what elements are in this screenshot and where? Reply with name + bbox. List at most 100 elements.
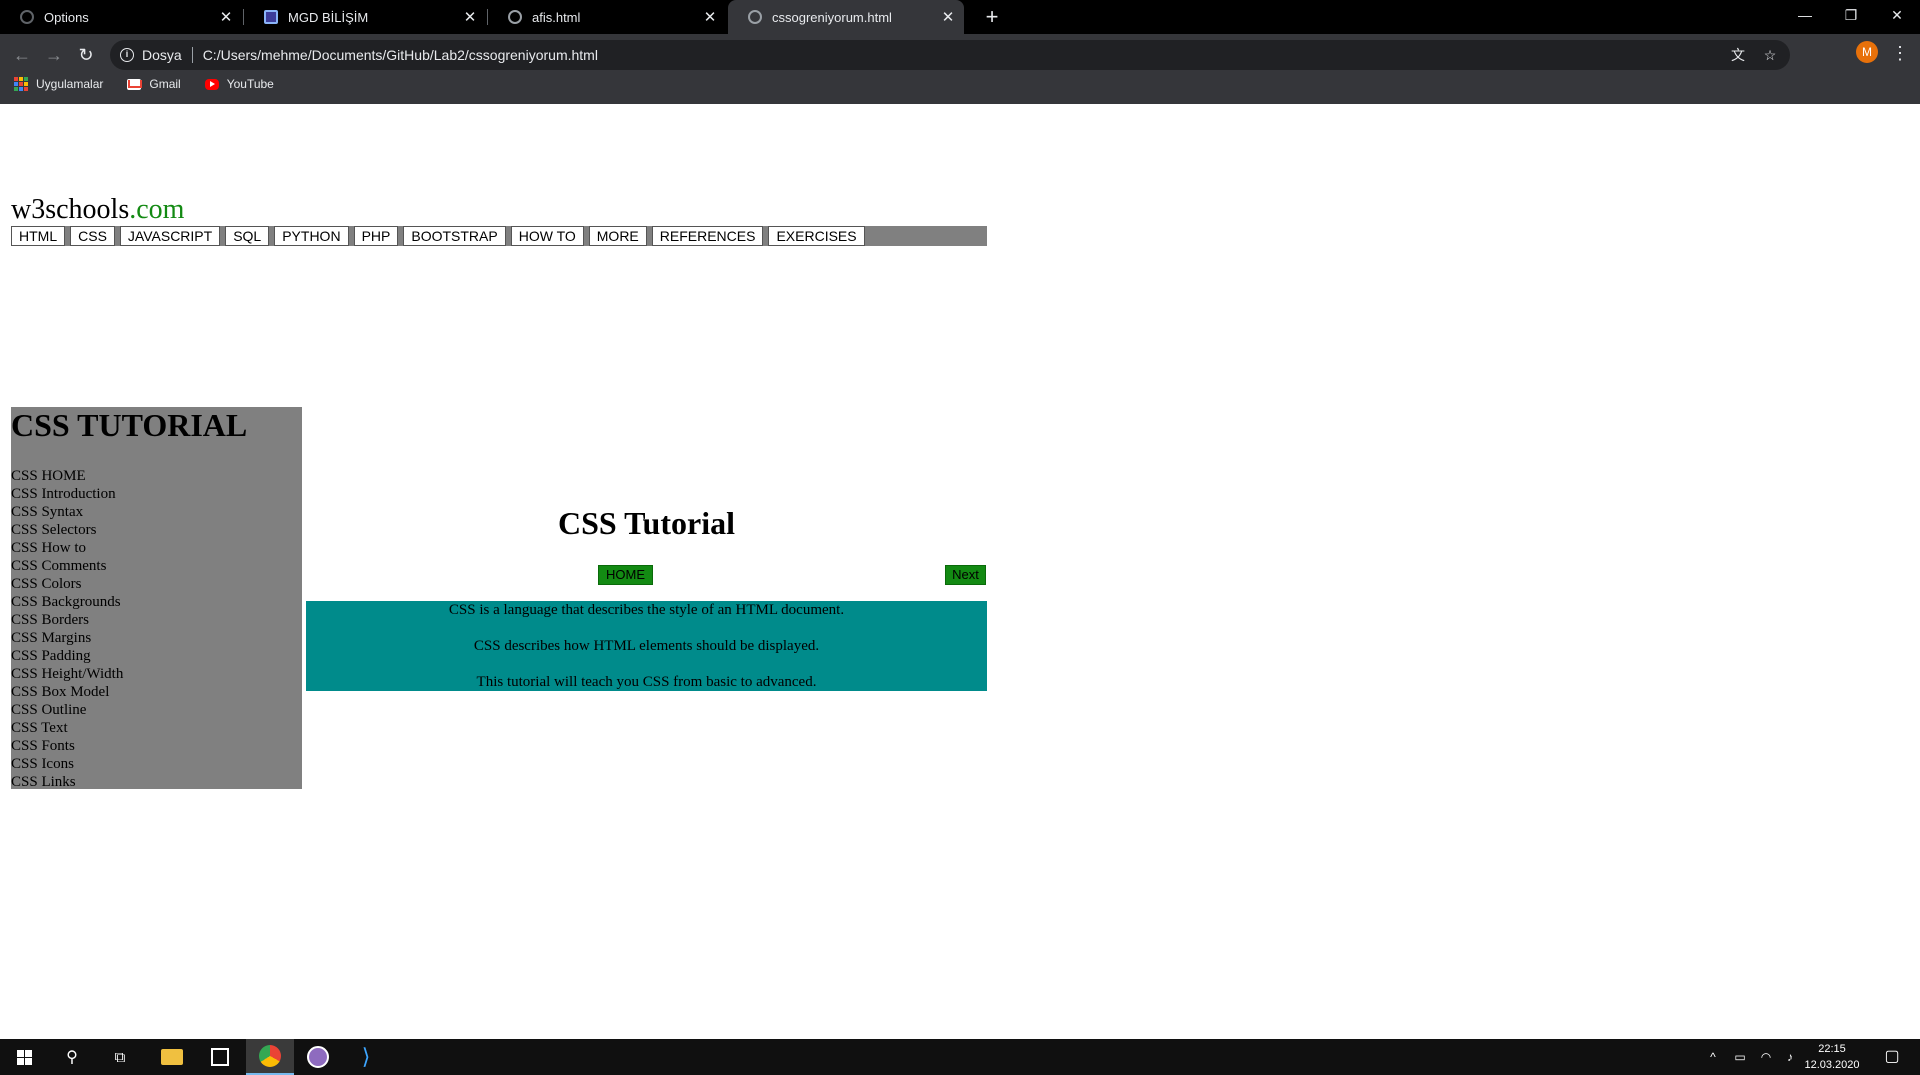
page-title: CSS Tutorial: [558, 505, 735, 541]
task-view-icon[interactable]: ⧉: [96, 1039, 144, 1075]
sidebar-item-css-margins[interactable]: CSS Margins: [11, 629, 302, 647]
tab-label: MGD BİLİŞİM: [288, 9, 369, 25]
bookmarks-bar: Uygulamalar Gmail YouTube: [0, 73, 284, 95]
circle-icon: [20, 10, 34, 24]
sidebar-item-css-selectors[interactable]: CSS Selectors: [11, 521, 302, 539]
sidebar-item-css-padding[interactable]: CSS Padding: [11, 647, 302, 665]
search-icon[interactable]: ⚲: [48, 1039, 96, 1075]
bookmark-label: Gmail: [149, 77, 181, 91]
forward-icon[interactable]: →: [40, 41, 68, 69]
nav-item-css[interactable]: CSS: [70, 226, 115, 246]
sidebar-item-css-height-width[interactable]: CSS Height/Width: [11, 665, 302, 683]
sidebar-title: CSS TUTORIAL: [11, 407, 248, 443]
folder-shape: [161, 1049, 183, 1065]
restore-icon[interactable]: ❐: [1828, 0, 1874, 30]
profile-avatar[interactable]: M: [1856, 41, 1878, 63]
sidebar-item-css-outline[interactable]: CSS Outline: [11, 701, 302, 719]
sidebar-list: CSS HOME CSS Introduction CSS Syntax CSS…: [11, 467, 302, 791]
square-app-icon: [264, 10, 278, 24]
nav-item-html[interactable]: HTML: [11, 226, 66, 246]
url-scheme: Dosya: [142, 47, 182, 63]
start-button[interactable]: [0, 1039, 48, 1075]
nav-item-exercises[interactable]: EXERCISES: [768, 226, 865, 246]
tab-strip: Options ✕ MGD BİLİŞİM ✕ afis.html ✕ csso…: [0, 0, 1920, 34]
sidebar-item-css-text[interactable]: CSS Text: [11, 719, 302, 737]
purple-app-icon[interactable]: [294, 1039, 342, 1075]
intro-paragraph: CSS is a language that describes the sty…: [448, 602, 845, 618]
tab-afis[interactable]: afis.html ✕: [488, 0, 726, 34]
more-menu-icon[interactable]: ⋮: [1888, 41, 1912, 65]
back-icon[interactable]: ←: [8, 41, 36, 69]
battery-icon[interactable]: ▭: [1728, 1039, 1752, 1075]
star-icon[interactable]: ☆: [1758, 43, 1782, 67]
sidebar-item-css-comments[interactable]: CSS Comments: [11, 557, 302, 575]
intro-paragraph: This tutorial will teach you CSS from ba…: [476, 674, 817, 690]
bookmark-youtube[interactable]: YouTube: [204, 77, 274, 91]
url-text[interactable]: C:/Users/mehme/Documents/GitHub/Lab2/css…: [203, 47, 598, 63]
nav-item-how-to[interactable]: HOW TO: [510, 226, 584, 246]
tray-chevron-icon[interactable]: ^: [1702, 1039, 1724, 1075]
minimize-icon[interactable]: —: [1782, 0, 1828, 30]
bookmark-label: YouTube: [226, 77, 274, 91]
sidebar-item-css-home[interactable]: CSS HOME: [11, 467, 302, 485]
apps-grid-icon: [14, 77, 28, 91]
globe-icon: [508, 10, 522, 24]
sidebar-item-css-syntax[interactable]: CSS Syntax: [11, 503, 302, 521]
tab-options[interactable]: Options ✕: [0, 0, 242, 34]
tab-label: cssogreniyorum.html: [772, 9, 892, 25]
close-icon[interactable]: ✕: [458, 8, 482, 26]
top-navigation: HTML CSS JAVASCRIPT SQL PYTHON PHP BOOTS…: [11, 226, 987, 246]
notification-center-icon[interactable]: ▢: [1872, 1039, 1912, 1075]
wifi-icon[interactable]: ◠: [1754, 1039, 1778, 1075]
volume-icon[interactable]: ♪: [1778, 1039, 1802, 1075]
chrome-icon[interactable]: [246, 1039, 294, 1075]
tab-mgd-bilisim[interactable]: MGD BİLİŞİM ✕: [244, 0, 486, 34]
bookmark-apps[interactable]: Uygulamalar: [14, 77, 103, 91]
logo-suffix: .com: [129, 194, 185, 225]
sidebar-item-css-fonts[interactable]: CSS Fonts: [11, 737, 302, 755]
youtube-icon: [204, 78, 219, 90]
close-icon[interactable]: ✕: [214, 8, 238, 26]
intro-box: CSS is a language that describes the sty…: [306, 601, 987, 691]
nav-item-sql[interactable]: SQL: [225, 226, 270, 246]
sidebar-item-css-box-model[interactable]: CSS Box Model: [11, 683, 302, 701]
divider: [191, 47, 193, 63]
sidebar-item-css-how-to[interactable]: CSS How to: [11, 539, 302, 557]
next-button[interactable]: Next: [945, 565, 986, 585]
tab-label: Options: [44, 9, 89, 25]
address-bar[interactable]: i Dosya C:/Users/mehme/Documents/GitHub/…: [110, 40, 1790, 70]
close-icon[interactable]: ✕: [936, 8, 960, 26]
sidebar-item-css-icons[interactable]: CSS Icons: [11, 755, 302, 773]
info-icon[interactable]: i: [120, 48, 134, 62]
logo-main: w3schools: [11, 194, 130, 225]
nav-item-php[interactable]: PHP: [353, 226, 399, 246]
store-icon[interactable]: [196, 1039, 244, 1075]
home-button[interactable]: HOME: [598, 565, 653, 585]
translate-icon[interactable]: 文: [1726, 43, 1750, 67]
intro-paragraph: CSS describes how HTML elements should b…: [473, 638, 820, 654]
nav-item-javascript[interactable]: JAVASCRIPT: [119, 226, 221, 246]
tab-cssogreniyorum[interactable]: cssogreniyorum.html ✕: [728, 0, 964, 34]
reload-icon[interactable]: ↻: [72, 41, 100, 69]
globe-icon: [748, 10, 762, 24]
vscode-icon[interactable]: ⟩: [342, 1039, 390, 1075]
sidebar-item-css-introduction[interactable]: CSS Introduction: [11, 485, 302, 503]
sidebar-item-css-links[interactable]: CSS Links: [11, 773, 302, 791]
sidebar-item-css-colors[interactable]: CSS Colors: [11, 575, 302, 593]
window-close-icon[interactable]: ✕: [1874, 0, 1920, 30]
new-tab-button[interactable]: +: [978, 0, 1006, 34]
file-explorer-icon[interactable]: [148, 1039, 196, 1075]
chrome-logo: [259, 1045, 281, 1067]
nav-item-bootstrap[interactable]: BOOTSTRAP: [403, 226, 506, 246]
tab-label: afis.html: [532, 9, 581, 25]
bookmark-gmail[interactable]: Gmail: [127, 77, 181, 91]
close-icon[interactable]: ✕: [698, 8, 722, 26]
nav-item-python[interactable]: PYTHON: [274, 226, 349, 246]
site-logo[interactable]: w3schools.com: [11, 194, 184, 226]
sidebar-item-css-borders[interactable]: CSS Borders: [11, 611, 302, 629]
nav-item-more[interactable]: MORE: [588, 226, 647, 246]
taskbar-clock[interactable]: 22:15 12.03.2020: [1800, 1041, 1864, 1073]
taskbar: ⚲ ⧉ ⟩ ^ ▭ ◠ ♪ 22:15 12.03.2020 ▢: [0, 1039, 1920, 1075]
sidebar-item-css-backgrounds[interactable]: CSS Backgrounds: [11, 593, 302, 611]
nav-item-references[interactable]: REFERENCES: [651, 226, 764, 246]
